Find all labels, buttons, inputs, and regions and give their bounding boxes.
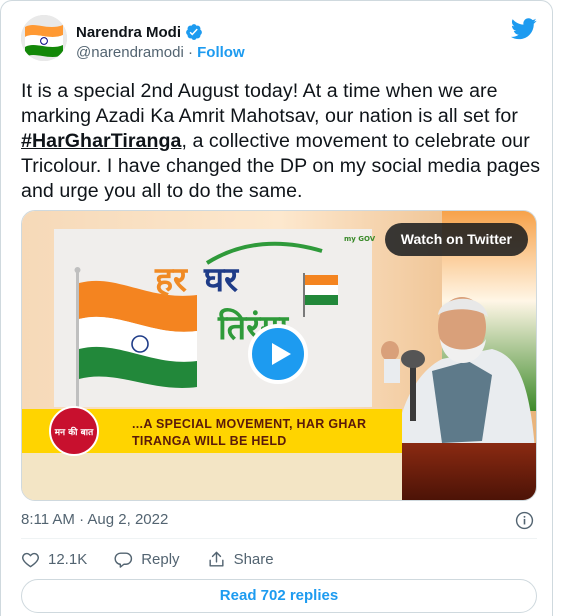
watch-on-twitter-button[interactable]: Watch on Twitter [384, 223, 528, 256]
timestamp-row: 8:11 AM · Aug 2, 2022 [21, 511, 536, 531]
play-icon [272, 343, 291, 365]
video-thumbnail[interactable]: हर घर तिरंगा my GOV मन की बात ...A SPECI… [21, 210, 537, 501]
reply-icon [114, 552, 133, 568]
like-count: 12.1K [48, 551, 88, 568]
name-row: Narendra Modi [76, 23, 203, 41]
svg-text:my GOV: my GOV [344, 235, 376, 243]
read-replies-button[interactable]: Read 702 replies [21, 579, 537, 613]
tweet-text-part1: It is a special 2nd August today! At a t… [21, 80, 518, 127]
heart-icon [22, 552, 39, 568]
tweet-card: Narendra Modi @narendramodi · Follow It … [0, 0, 553, 616]
twitter-bird-icon[interactable] [511, 18, 537, 40]
handle-row: @narendramodi · Follow [76, 44, 245, 61]
action-bar: 12.1K Reply Share [21, 550, 301, 569]
info-icon[interactable] [515, 511, 534, 530]
handle[interactable]: @narendramodi [76, 44, 184, 61]
svg-text:घर: घर [203, 260, 239, 300]
mann-ki-baat-logo: मन की बात [54, 426, 94, 438]
share-icon [209, 551, 224, 567]
verified-badge-icon [186, 24, 202, 40]
avatar[interactable] [21, 15, 67, 61]
play-button[interactable] [248, 324, 308, 384]
svg-text:हर: हर [154, 260, 188, 300]
reply-button[interactable]: Reply [114, 550, 180, 569]
timestamp[interactable]: 8:11 AM · Aug 2, 2022 [21, 511, 168, 528]
banner-line-2: TIRANGA WILL BE HELD [132, 434, 287, 448]
reply-label: Reply [141, 551, 180, 568]
video-banner-text: ...A SPECIAL MOVEMENT, HAR GHAR TIRANGA … [132, 416, 366, 450]
tweet-header: Narendra Modi @narendramodi · Follow [21, 15, 539, 63]
divider [21, 538, 537, 539]
share-label: Share [233, 551, 274, 568]
banner-line-1: ...A SPECIAL MOVEMENT, HAR GHAR [132, 417, 367, 431]
separator: · [183, 44, 198, 61]
display-name[interactable]: Narendra Modi [76, 24, 181, 41]
follow-button[interactable]: Follow [197, 44, 245, 61]
like-button[interactable]: 12.1K [21, 550, 87, 569]
tweet-text: It is a special 2nd August today! At a t… [21, 79, 541, 204]
hashtag-link[interactable]: #HarGharTiranga [21, 130, 181, 152]
share-button[interactable]: Share [207, 550, 274, 569]
